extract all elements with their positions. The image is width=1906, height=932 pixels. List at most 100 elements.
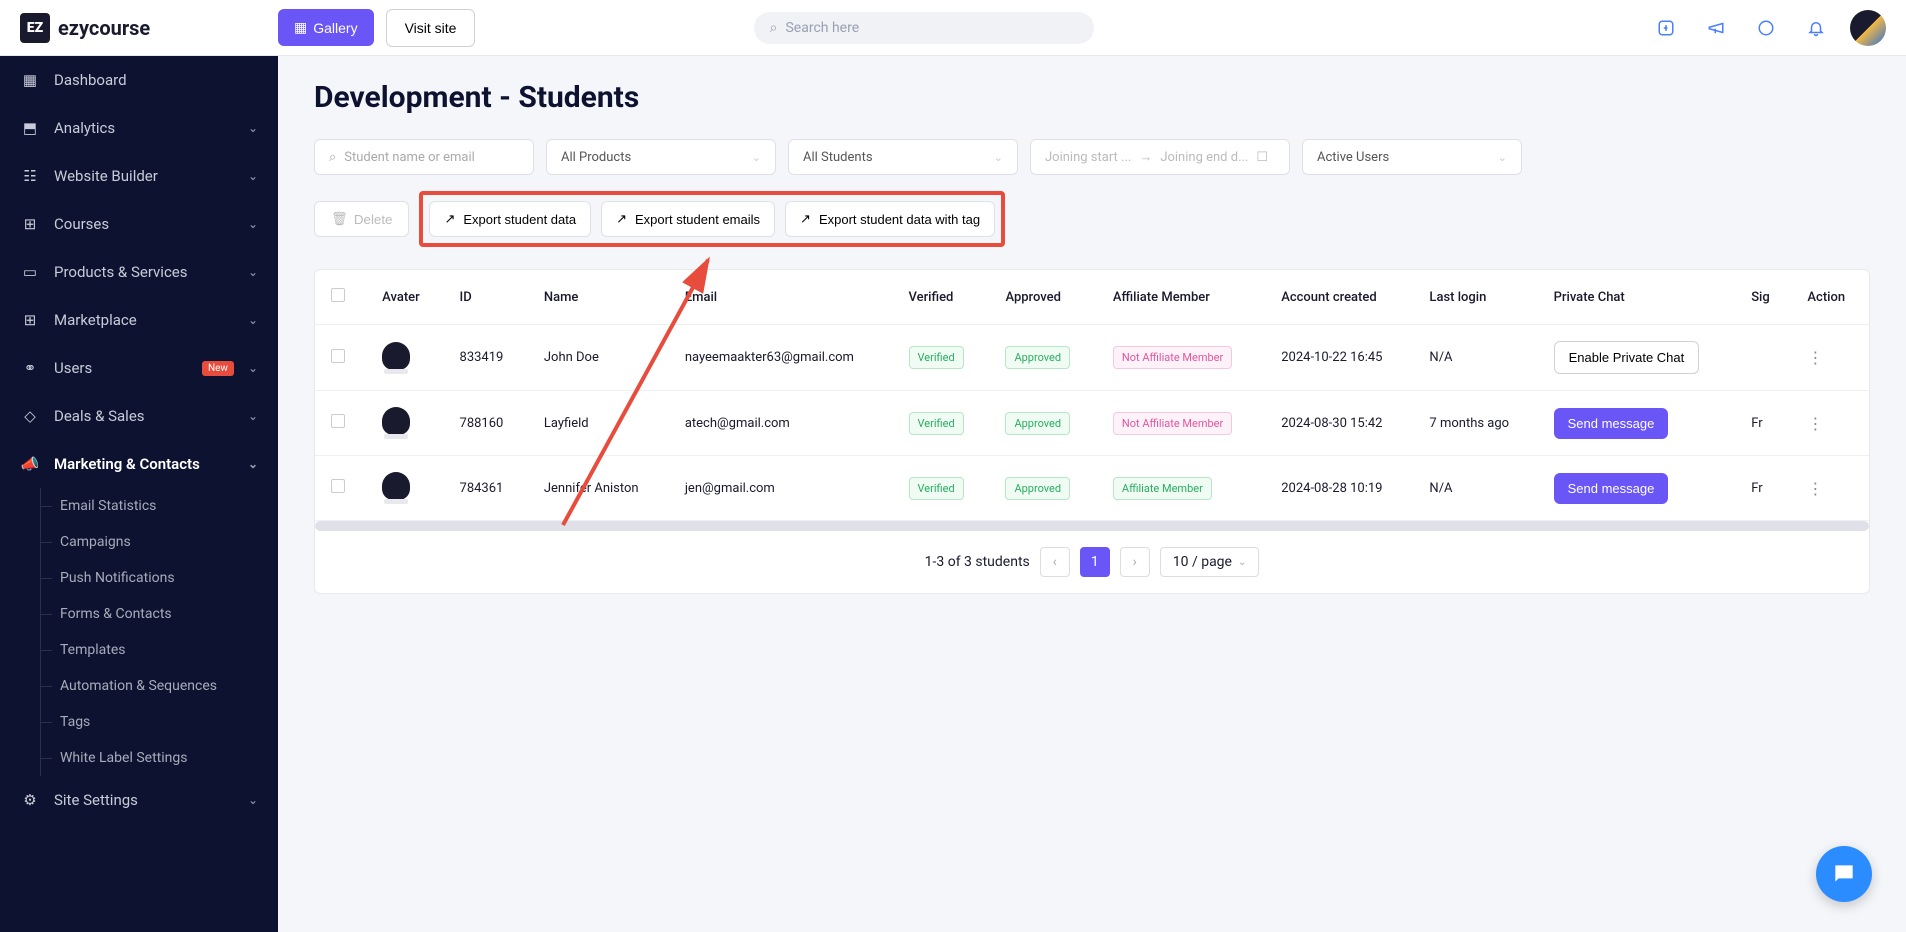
page-title: Development - Students bbox=[314, 80, 1870, 115]
gallery-button[interactable]: ▦ Gallery bbox=[278, 9, 374, 46]
brand-logo[interactable]: EZ ezycourse bbox=[20, 13, 278, 43]
column-header: Last login bbox=[1413, 270, 1537, 325]
enable-chat-button[interactable]: Enable Private Chat bbox=[1554, 341, 1700, 374]
row-checkbox[interactable] bbox=[331, 479, 345, 493]
status-value: Active Users bbox=[1317, 150, 1389, 165]
export-student-data-tag-button[interactable]: ↗ Export student data with tag bbox=[785, 201, 995, 237]
sidebar-item-users[interactable]: ⚭ Users New ⌄ bbox=[0, 344, 278, 392]
next-page-button[interactable]: › bbox=[1120, 547, 1150, 577]
chat-fab-button[interactable] bbox=[1816, 846, 1872, 902]
chevron-down-icon: ⌄ bbox=[1238, 557, 1246, 568]
calendar-icon: ☐ bbox=[1256, 150, 1268, 165]
settings-icon: ⚙ bbox=[20, 790, 40, 810]
delete-button[interactable]: 🗑 Delete bbox=[314, 201, 409, 237]
column-header: ID bbox=[444, 270, 528, 325]
sidebar-item-products-services[interactable]: ▭ Products & Services ⌄ bbox=[0, 248, 278, 296]
avatar-icon bbox=[382, 472, 410, 500]
sidebar-item-dashboard[interactable]: ▦ Dashboard bbox=[0, 56, 278, 104]
visit-site-button[interactable]: Visit site bbox=[386, 9, 476, 47]
sidebar-item-marketplace[interactable]: ⊞ Marketplace ⌄ bbox=[0, 296, 278, 344]
sidebar-sub-white-label-settings[interactable]: White Label Settings bbox=[40, 740, 278, 776]
message-icon[interactable] bbox=[1750, 12, 1782, 44]
sidebar-item-courses[interactable]: ⊞ Courses ⌄ bbox=[0, 200, 278, 248]
chat-icon bbox=[1831, 861, 1857, 887]
chevron-down-icon: ⌄ bbox=[248, 313, 258, 327]
cell-sig bbox=[1735, 325, 1791, 391]
announcement-icon[interactable] bbox=[1700, 12, 1732, 44]
student-search-input[interactable]: ⌕ Student name or email bbox=[314, 139, 534, 175]
cell-email: jen@gmail.com bbox=[669, 456, 893, 521]
chevron-down-icon: ⌄ bbox=[248, 217, 258, 231]
export3-label: Export student data with tag bbox=[819, 212, 980, 227]
cell-login: 7 months ago bbox=[1413, 391, 1537, 456]
chevron-down-icon: ⌄ bbox=[248, 457, 258, 471]
sidebar-item-site-settings[interactable]: ⚙ Site Settings ⌄ bbox=[0, 776, 278, 824]
column-header: Action bbox=[1791, 270, 1869, 325]
column-header: Name bbox=[528, 270, 669, 325]
column-header: Verified bbox=[893, 270, 990, 325]
facebook-icon[interactable] bbox=[1650, 12, 1682, 44]
new-badge: New bbox=[202, 361, 234, 376]
export-student-emails-button[interactable]: ↗ Export student emails bbox=[601, 201, 775, 237]
chevron-down-icon: ⌄ bbox=[1498, 151, 1507, 164]
external-link-icon: ↗ bbox=[444, 211, 455, 227]
select-all-checkbox[interactable] bbox=[331, 288, 345, 302]
cell-login: N/A bbox=[1413, 456, 1537, 521]
approved-badge: Approved bbox=[1005, 412, 1070, 435]
sidebar-sub-tags[interactable]: Tags bbox=[40, 704, 278, 740]
verified-badge: Verified bbox=[909, 412, 964, 435]
sidebar-label: Deals & Sales bbox=[54, 407, 234, 425]
sidebar-sub-email-statistics[interactable]: Email Statistics bbox=[40, 488, 278, 524]
arrow-right-icon: → bbox=[1139, 149, 1152, 165]
external-link-icon: ↗ bbox=[800, 211, 811, 227]
horizontal-scrollbar[interactable] bbox=[315, 521, 1869, 531]
notification-bell-icon[interactable] bbox=[1800, 12, 1832, 44]
sidebar-label: Website Builder bbox=[54, 167, 234, 185]
cell-login: N/A bbox=[1413, 325, 1537, 391]
row-actions-menu[interactable]: ⋮ bbox=[1807, 479, 1823, 498]
send-message-button[interactable]: Send message bbox=[1554, 473, 1669, 504]
sidebar-sub-templates[interactable]: Templates bbox=[40, 632, 278, 668]
global-search[interactable]: ⌕ Search here bbox=[754, 12, 1094, 44]
column-header: Avater bbox=[366, 270, 443, 325]
row-actions-menu[interactable]: ⋮ bbox=[1807, 348, 1823, 367]
user-avatar[interactable] bbox=[1850, 10, 1886, 46]
table-row: 833419 John Doe nayeemaakter63@gmail.com… bbox=[315, 325, 1869, 391]
cell-email: atech@gmail.com bbox=[669, 391, 893, 456]
column-header: Affiliate Member bbox=[1097, 270, 1265, 325]
row-checkbox[interactable] bbox=[331, 349, 345, 363]
sidebar-sub-forms-contacts[interactable]: Forms & Contacts bbox=[40, 596, 278, 632]
cell-name: John Doe bbox=[528, 325, 669, 391]
products-icon: ▭ bbox=[20, 262, 40, 282]
avatar-icon bbox=[382, 407, 410, 435]
sidebar-sub-automation-sequences[interactable]: Automation & Sequences bbox=[40, 668, 278, 704]
export-student-data-button[interactable]: ↗ Export student data bbox=[429, 201, 591, 237]
sidebar-item-analytics[interactable]: ⬒ Analytics ⌄ bbox=[0, 104, 278, 152]
gallery-label: Gallery bbox=[313, 20, 357, 36]
cell-sig: Fr bbox=[1735, 391, 1791, 456]
row-actions-menu[interactable]: ⋮ bbox=[1807, 414, 1823, 433]
sidebar-sub-push-notifications[interactable]: Push Notifications bbox=[40, 560, 278, 596]
date-range-filter[interactable]: Joining start ... → Joining end d... ☐ bbox=[1030, 139, 1290, 175]
chevron-down-icon: ⌄ bbox=[248, 265, 258, 279]
sidebar-label: Products & Services bbox=[54, 263, 234, 281]
students-filter[interactable]: All Students ⌄ bbox=[788, 139, 1018, 175]
prev-page-button[interactable]: ‹ bbox=[1040, 547, 1070, 577]
export-buttons-highlight: ↗ Export student data ↗ Export student e… bbox=[419, 191, 1005, 247]
verified-badge: Verified bbox=[909, 477, 964, 500]
sidebar-sub-campaigns[interactable]: Campaigns bbox=[40, 524, 278, 560]
cell-name: Jennifer Aniston bbox=[528, 456, 669, 521]
page-1-button[interactable]: 1 bbox=[1080, 547, 1110, 577]
status-filter[interactable]: Active Users ⌄ bbox=[1302, 139, 1522, 175]
per-page-select[interactable]: 10 / page ⌄ bbox=[1160, 547, 1260, 577]
chevron-down-icon: ⌄ bbox=[248, 361, 258, 375]
sidebar-item-marketing-contacts[interactable]: 📣 Marketing & Contacts ⌄ bbox=[0, 440, 278, 488]
row-checkbox[interactable] bbox=[331, 414, 345, 428]
products-filter[interactable]: All Products ⌄ bbox=[546, 139, 776, 175]
table-row: 784361 Jennifer Aniston jen@gmail.com Ve… bbox=[315, 456, 1869, 521]
send-message-button[interactable]: Send message bbox=[1554, 408, 1669, 439]
sidebar-item-website-builder[interactable]: ☷ Website Builder ⌄ bbox=[0, 152, 278, 200]
cell-sig: Fr bbox=[1735, 456, 1791, 521]
sidebar-item-deals-sales[interactable]: ◇ Deals & Sales ⌄ bbox=[0, 392, 278, 440]
avatar-icon bbox=[382, 342, 410, 370]
